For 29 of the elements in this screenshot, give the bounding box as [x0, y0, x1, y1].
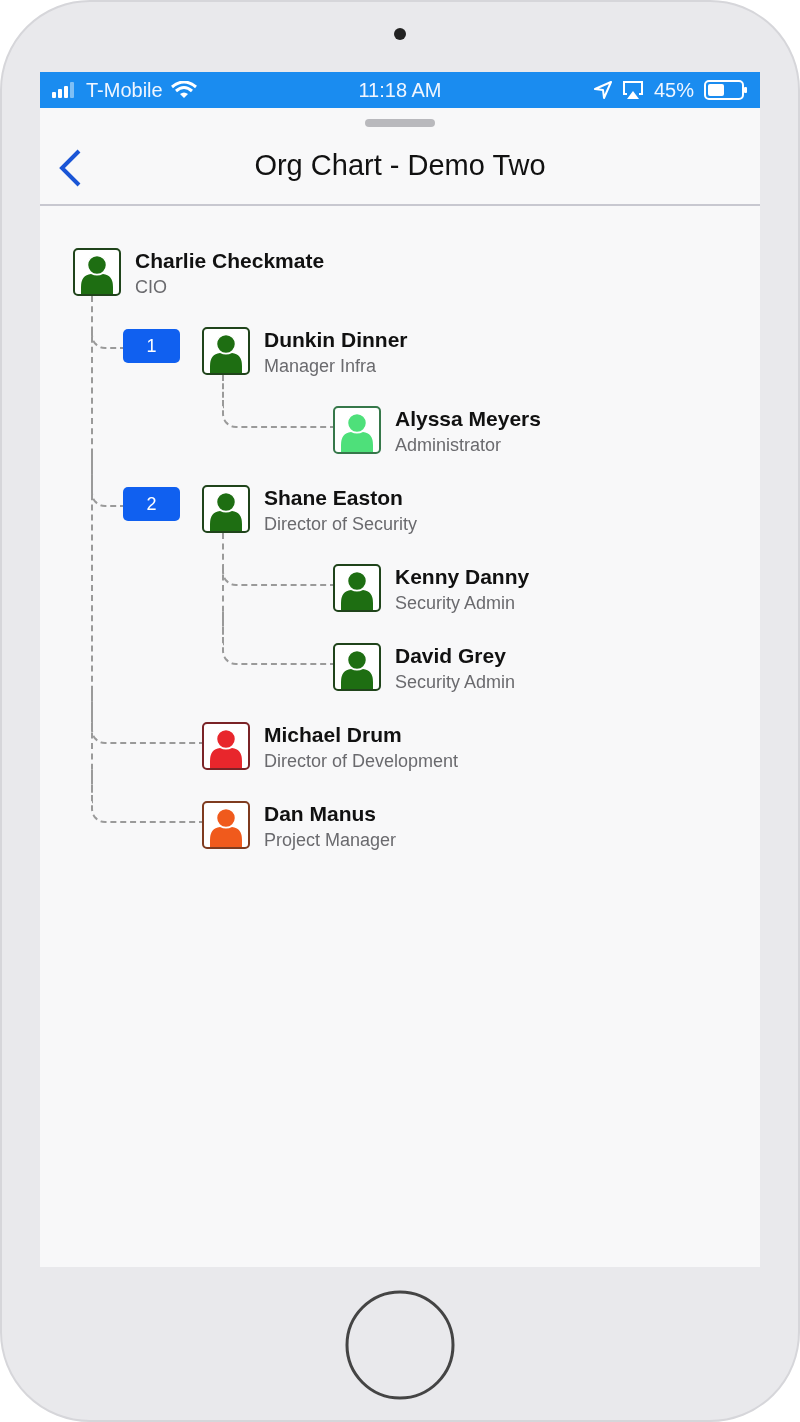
- battery-percent: 45%: [653, 78, 694, 102]
- location-icon: [593, 81, 612, 99]
- person-title: Administrator: [395, 435, 503, 456]
- wifi-icon: [170, 81, 197, 99]
- carrier-name: T-Mobile: [86, 78, 163, 102]
- person-name: Alyssa Meyers: [395, 407, 541, 431]
- person-title: Security Admin: [395, 672, 516, 693]
- person-name: Shane Easton: [264, 486, 404, 510]
- count-badge[interactable]: 2: [123, 487, 180, 521]
- person-name: Michael Drum: [264, 723, 403, 747]
- person-name: Kenny Danny: [395, 565, 530, 589]
- count-badge[interactable]: 1: [123, 329, 180, 363]
- person-name: Dunkin Dinner: [264, 328, 408, 352]
- camera-icon: [394, 28, 406, 40]
- status-time: 11:18 AM: [358, 78, 442, 102]
- person-title: Director of Development: [264, 751, 459, 772]
- person-name: Charlie Checkmate: [135, 249, 325, 273]
- home-button[interactable]: [344, 1289, 456, 1401]
- drag-handle[interactable]: [365, 119, 435, 127]
- person-title: Director of Security: [264, 514, 418, 535]
- person-title: CIO: [135, 277, 168, 298]
- person-title: Security Admin: [395, 593, 517, 614]
- person-title: Manager Infra: [264, 356, 378, 377]
- airplay-icon: [621, 80, 644, 100]
- person-title: Project Manager: [264, 830, 397, 851]
- page-title: Org Chart - Demo Two: [254, 149, 546, 182]
- battery-icon: [704, 80, 748, 100]
- person-name: David Grey: [395, 644, 507, 668]
- person-name: Dan Manus: [264, 802, 377, 826]
